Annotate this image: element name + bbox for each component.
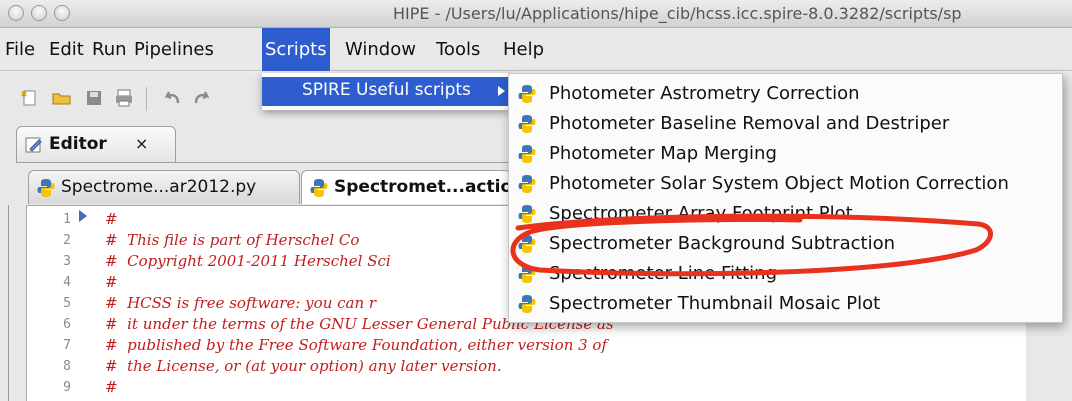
submenu-item-label: Spectrometer Line Fitting — [549, 263, 777, 284]
editor-panel-label: Editor — [49, 134, 107, 154]
line-number: 9 — [63, 380, 71, 395]
code-line[interactable]: # — [105, 378, 118, 396]
python-script-icon — [517, 84, 537, 104]
editor-pencil-icon — [25, 136, 43, 154]
python-script-icon — [517, 204, 537, 224]
menu-edit[interactable]: Edit — [46, 28, 87, 71]
file-tab-spectrometer-mar2012[interactable]: Spectrome...ar2012.py — [28, 170, 300, 204]
submenu-item-label: Photometer Astrometry Correction — [549, 83, 860, 104]
minimize-window-button[interactable] — [31, 5, 47, 21]
code-line[interactable]: # — [105, 210, 118, 228]
python-script-icon — [517, 174, 537, 194]
scripts-dropdown-menu: SPIRE Useful scripts — [262, 73, 510, 110]
line-number: 2 — [63, 233, 71, 248]
submenu-item-label: Photometer Baseline Removal and Destripe… — [549, 113, 950, 134]
zoom-window-button[interactable] — [54, 5, 70, 21]
menu-item-label: SPIRE Useful scripts — [302, 80, 471, 100]
python-script-icon — [517, 294, 537, 314]
code-line[interactable]: # Copyright 2001-2011 Herschel Sci — [105, 252, 391, 270]
menu-tools[interactable]: Tools — [433, 28, 483, 71]
open-folder-icon[interactable] — [52, 89, 72, 107]
code-line[interactable]: # published by the Free Software Foundat… — [105, 336, 607, 354]
menu-file[interactable]: File — [2, 28, 38, 71]
menu-scripts[interactable]: Scripts — [262, 28, 330, 71]
code-line[interactable]: # This file is part of Herschel Co — [105, 231, 359, 249]
title-bar: HIPE - /Users/lu/Applications/hipe_cib/h… — [0, 0, 1072, 28]
submenu-item-label: Spectrometer Array Footprint Plot — [549, 203, 853, 224]
submenu-item-photometer-map-merging[interactable]: Photometer Map Merging — [509, 139, 1062, 169]
new-file-icon[interactable] — [20, 89, 40, 107]
submenu-item-spectrometer-array-footprint-plot[interactable]: Spectrometer Array Footprint Plot — [509, 199, 1062, 229]
python-script-icon — [517, 264, 537, 284]
window-title: HIPE - /Users/lu/Applications/hipe_cib/h… — [393, 4, 962, 23]
menu-help[interactable]: Help — [500, 28, 547, 71]
panel-left-border — [8, 205, 9, 401]
submenu-item-label: Spectrometer Background Subtraction — [549, 233, 895, 254]
file-tab-label: Spectromet...actio — [334, 177, 513, 197]
line-number: 7 — [63, 338, 71, 353]
python-file-icon — [36, 178, 56, 198]
submenu-arrow-icon — [498, 86, 505, 96]
line-number: 1 — [63, 212, 71, 227]
line-number: 6 — [63, 317, 71, 332]
submenu-item-photometer-astrometry-correction[interactable]: Photometer Astrometry Correction — [509, 79, 1062, 109]
menubar: File Edit Run Pipelines Scripts Window T… — [0, 28, 1072, 73]
submenu-item-label: Photometer Map Merging — [549, 143, 777, 164]
file-tab-label: Spectrome...ar2012.py — [61, 177, 257, 197]
print-icon[interactable] — [114, 89, 134, 107]
python-file-icon — [309, 178, 329, 198]
submenu-item-label: Photometer Solar System Object Motion Co… — [549, 173, 1009, 194]
code-line[interactable]: # HCSS is free software: you can r — [105, 294, 376, 312]
code-line[interactable]: # — [105, 273, 118, 291]
toolbar-separator — [146, 87, 147, 111]
line-number: 3 — [63, 254, 71, 269]
line-number: 5 — [63, 296, 71, 311]
submenu-item-spectrometer-line-fitting[interactable]: Spectrometer Line Fitting — [509, 259, 1062, 289]
spire-scripts-submenu: Photometer Astrometry Correction Photome… — [508, 73, 1063, 323]
submenu-item-spectrometer-background-subtraction[interactable]: Spectrometer Background Subtraction — [509, 229, 1062, 259]
close-window-button[interactable] — [8, 5, 24, 21]
menu-item-spire-useful-scripts[interactable]: SPIRE Useful scripts — [262, 77, 510, 106]
submenu-item-photometer-sso-motion-correction[interactable]: Photometer Solar System Object Motion Co… — [509, 169, 1062, 199]
close-icon[interactable]: × — [135, 134, 148, 153]
file-tab-spectrometer-background[interactable]: Spectromet...actio — [301, 170, 513, 204]
python-script-icon — [517, 234, 537, 254]
submenu-item-spectrometer-thumbnail-mosaic-plot[interactable]: Spectrometer Thumbnail Mosaic Plot — [509, 289, 1062, 319]
save-icon[interactable] — [84, 89, 104, 107]
line-number: 8 — [63, 359, 71, 374]
menu-window[interactable]: Window — [342, 28, 419, 71]
code-line[interactable]: # the License, or (at your option) any l… — [105, 357, 502, 375]
current-line-arrow-icon — [79, 210, 87, 222]
redo-icon[interactable] — [192, 89, 212, 107]
editor-panel-tab[interactable]: Editor × — [16, 126, 176, 162]
submenu-item-photometer-baseline-removal[interactable]: Photometer Baseline Removal and Destripe… — [509, 109, 1062, 139]
menu-pipelines[interactable]: Pipelines — [131, 28, 217, 71]
line-number: 4 — [63, 275, 71, 290]
submenu-item-label: Spectrometer Thumbnail Mosaic Plot — [549, 293, 881, 314]
menu-run[interactable]: Run — [89, 28, 130, 71]
undo-icon[interactable] — [162, 89, 182, 107]
python-script-icon — [517, 144, 537, 164]
python-script-icon — [517, 114, 537, 134]
